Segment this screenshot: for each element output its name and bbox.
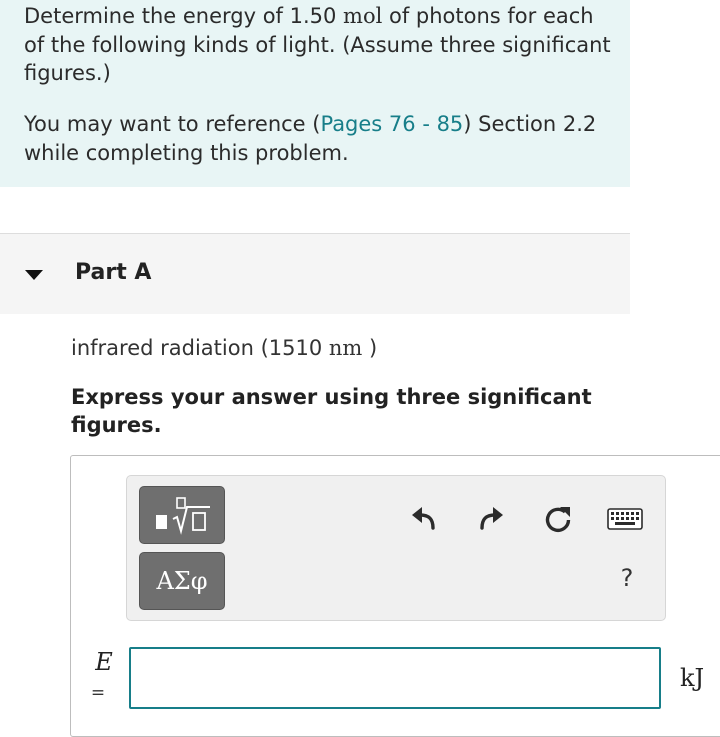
redo-icon[interactable] [474, 502, 508, 536]
answer-instruction: Express your answer using three signific… [71, 385, 592, 437]
math-toolbar: ΑΣφ ? [126, 475, 666, 621]
part-title: Part A [75, 260, 152, 285]
variable-label: E [95, 648, 113, 676]
greek-symbols-button[interactable]: ΑΣφ [139, 552, 225, 610]
nm-unit: nm [328, 336, 363, 360]
templates-icon [156, 497, 210, 535]
question-text-end: ) [362, 336, 378, 360]
keyboard-icon[interactable] [607, 502, 643, 536]
templates-button[interactable] [139, 486, 225, 544]
mol-unit: mol [343, 4, 383, 28]
problem-intro: Determine the energy of 1.50 mol of phot… [0, 0, 630, 187]
problem-statement: Determine the energy of 1.50 mol of phot… [24, 2, 620, 88]
undo-icon[interactable] [407, 502, 441, 536]
question-text-start: infrared radiation (1510 [71, 336, 329, 360]
answer-input[interactable] [129, 647, 661, 709]
equals-sign: = [90, 683, 106, 703]
statement-text: Determine the energy of 1.50 [24, 4, 344, 28]
reset-icon[interactable] [541, 502, 575, 536]
caret-down-icon[interactable] [25, 270, 43, 280]
question-text: infrared radiation (1510 nm ) [71, 336, 377, 360]
part-a-header[interactable]: Part A [0, 234, 630, 314]
pages-link[interactable]: Pages 76 - 85 [320, 112, 463, 136]
help-icon[interactable]: ? [615, 564, 639, 598]
reference-text: You may want to reference ( [24, 112, 321, 136]
unit-label: kJ [680, 664, 705, 692]
reference-note: You may want to reference (Pages 76 - 85… [24, 110, 620, 167]
